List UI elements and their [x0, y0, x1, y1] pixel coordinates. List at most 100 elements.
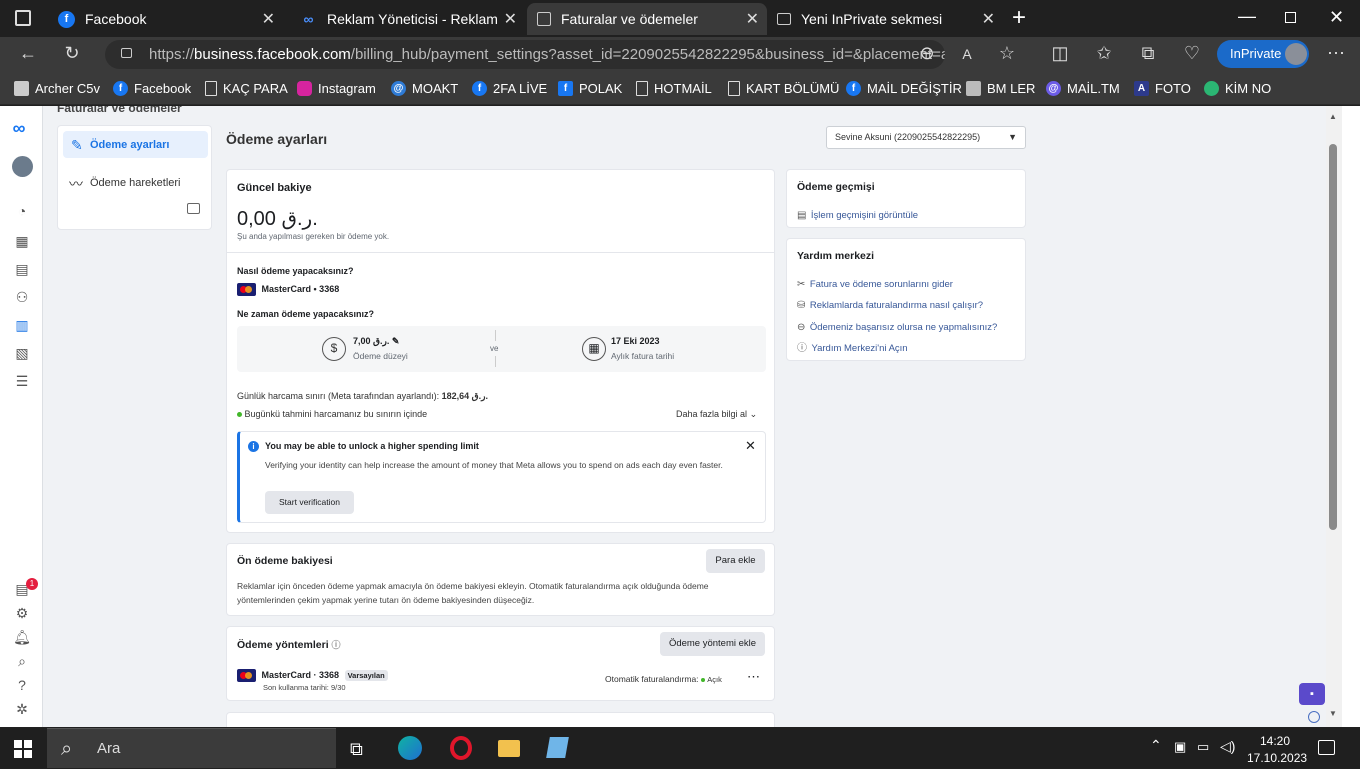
more-options-icon[interactable]: ⋯: [747, 669, 760, 685]
restore-button[interactable]: [1285, 12, 1296, 23]
tab-actions-icon[interactable]: [15, 10, 31, 26]
bookmark-item[interactable]: BM LER: [966, 81, 1035, 96]
close-tab-icon[interactable]: ✕: [504, 9, 517, 29]
bookmark-item[interactable]: @ MAİL.TM: [1046, 81, 1120, 96]
bookmark-item[interactable]: f Facebook: [113, 81, 191, 96]
collections-icon[interactable]: ⧉: [1136, 43, 1160, 64]
minimize-button[interactable]: —: [1238, 6, 1256, 27]
split-screen-icon[interactable]: ◫: [1048, 43, 1072, 64]
tab-ads-manager[interactable]: ∞ Reklam Yöneticisi - Reklamları Yö ✕: [290, 3, 525, 35]
taskbar-search[interactable]: ⌕ Ara: [47, 728, 336, 768]
threshold-value[interactable]: 7,00 ر.ق. ✎: [353, 336, 399, 347]
settings-icon[interactable]: ⚙: [13, 605, 31, 623]
help-link-label: Fatura ve ödeme sorunlarını gider: [809, 279, 953, 290]
notepad-icon[interactable]: [546, 737, 569, 758]
close-tab-icon[interactable]: ✕: [262, 9, 275, 29]
prepaid-title: Ön ödeme bakiyesi: [237, 555, 333, 567]
globe-icon[interactable]: [1308, 711, 1320, 723]
nav-payment-activity[interactable]: 〰 Ödeme hareketleri: [63, 169, 208, 196]
notification-center-icon[interactable]: [1318, 740, 1335, 755]
clock-time[interactable]: 14:20: [1260, 734, 1290, 748]
close-tab-icon[interactable]: ✕: [982, 9, 995, 29]
photo-editor-icon: A: [1134, 81, 1149, 96]
notice-close-icon[interactable]: ✕: [745, 438, 756, 454]
bookmark-item[interactable]: A FOTO: [1134, 81, 1191, 96]
account-avatar[interactable]: [12, 156, 33, 177]
new-tab-button[interactable]: +: [1012, 4, 1026, 32]
billing-icon[interactable]: ▥: [13, 317, 31, 335]
balance-note: Şu anda yapılması gereken bir ödeme yok.: [237, 232, 390, 241]
info-circle-icon[interactable]: ⓘ: [332, 640, 341, 650]
search-icon[interactable]: ⌕: [13, 653, 31, 671]
more-menu-icon[interactable]: ⋯: [1324, 43, 1348, 64]
close-window-button[interactable]: ✕: [1329, 7, 1344, 28]
nav-payment-settings[interactable]: ✎ Ödeme ayarları: [63, 131, 208, 158]
collapse-panel-icon[interactable]: [187, 203, 200, 214]
lock-icon: [121, 48, 132, 58]
add-funds-button[interactable]: Para ekle: [706, 549, 765, 573]
inprivate-badge[interactable]: InPrivate: [1217, 40, 1309, 68]
scroll-thumb[interactable]: [1329, 144, 1337, 530]
scroll-up-icon[interactable]: ▲: [1329, 112, 1337, 121]
edge-icon[interactable]: [398, 736, 422, 760]
tab-inprivate[interactable]: Yeni InPrivate sekmesi ✕: [767, 3, 1003, 35]
help-link[interactable]: ⛁ Reklamlarda faturalandırma nasıl çalış…: [797, 295, 983, 313]
tab-billing[interactable]: Faturalar ve ödemeler ✕: [527, 3, 767, 35]
network-icon[interactable]: ▭: [1197, 739, 1209, 755]
windows-start-icon[interactable]: [14, 740, 32, 758]
how-pay-question: Nasıl ödeme yapacaksınız?: [237, 266, 354, 276]
opera-icon[interactable]: [450, 736, 472, 760]
media-icon[interactable]: ▧: [13, 345, 31, 363]
help-link[interactable]: ⊖ Ödemeniz başarısız olursa ne yapmalısı…: [797, 317, 997, 335]
bookmark-item[interactable]: KİM NO: [1204, 81, 1271, 96]
meta-icon: ∞: [303, 11, 314, 27]
bookmark-item[interactable]: KART BÖLÜMÜ: [728, 81, 839, 96]
read-aloud-icon[interactable]: A: [955, 46, 979, 62]
help-link[interactable]: ✂ Fatura ve ödeme sorunlarını gider: [797, 274, 953, 292]
help-link[interactable]: ⓘ Yardım Merkezi'ni Açın: [797, 338, 908, 356]
bookmark-item[interactable]: KAÇ PARA: [205, 81, 288, 96]
bookmark-item[interactable]: Instagram: [297, 81, 376, 96]
scroll-down-icon[interactable]: ▼: [1329, 709, 1337, 718]
bell-icon[interactable]: 🔔︎: [13, 629, 31, 647]
menu-icon[interactable]: ☰: [13, 373, 31, 391]
camera-icon[interactable]: ▣: [1174, 739, 1186, 755]
add-payment-method-button[interactable]: Ödeme yöntemi ekle: [660, 632, 765, 656]
page-scrollbar[interactable]: ▲ ▼: [1326, 106, 1342, 727]
back-icon[interactable]: ←: [16, 43, 40, 64]
bookmark-item[interactable]: f 2FA LİVE: [472, 81, 547, 96]
bookmark-item[interactable]: f POLAK: [558, 81, 622, 96]
task-view-icon[interactable]: ⧉: [350, 739, 363, 760]
tray-chevron-icon[interactable]: ⌃: [1150, 737, 1162, 754]
learn-more-link[interactable]: Daha fazla bilgi al ⌄: [676, 409, 757, 420]
reports-icon[interactable]: ▤: [13, 261, 31, 279]
start-verification-button[interactable]: Start verification: [265, 491, 354, 514]
dashboard-icon[interactable]: ◔: [13, 203, 31, 221]
zoom-icon[interactable]: ⊖: [915, 43, 939, 64]
favorites-icon[interactable]: ✩: [1092, 43, 1116, 64]
clock-date[interactable]: 17.10.2023: [1247, 751, 1307, 765]
bookmark-item[interactable]: @ MOAKT: [391, 81, 458, 96]
file-explorer-icon[interactable]: [498, 740, 520, 757]
bookmark-item[interactable]: Archer C5v: [14, 81, 100, 96]
audiences-icon[interactable]: ⚇: [13, 289, 31, 307]
account-dropdown[interactable]: Sevine Aksuni (2209025542822295) ▼: [826, 126, 1026, 149]
history-link[interactable]: ▤ İşlem geçmişini görüntüle: [797, 205, 918, 223]
favorite-star-icon[interactable]: ☆: [995, 43, 1019, 64]
bug-icon[interactable]: ✲: [13, 701, 31, 719]
facebook-icon: f: [58, 10, 75, 28]
bookmark-item[interactable]: HOTMAİL: [636, 81, 712, 96]
help-icon[interactable]: ?: [13, 677, 31, 695]
refresh-icon[interactable]: ↻: [60, 43, 84, 64]
volume-icon[interactable]: ◁): [1220, 738, 1235, 755]
browser-essentials-icon[interactable]: ♡: [1180, 43, 1204, 64]
meta-logo-icon[interactable]: ∞: [10, 118, 28, 138]
chat-bubble-icon[interactable]: ▪: [1299, 683, 1325, 705]
edit-pencil-icon[interactable]: ✎: [392, 336, 400, 346]
close-tab-icon[interactable]: ✕: [746, 9, 759, 29]
tab-title: Faturalar ve ödemeler: [561, 11, 698, 27]
table-icon[interactable]: ▦: [13, 233, 31, 251]
url-field[interactable]: https://business.facebook.com/billing_hu…: [105, 40, 945, 69]
bookmark-item[interactable]: f MAİL DEĞİŞTİR: [846, 81, 962, 96]
tab-facebook[interactable]: f Facebook ✕: [48, 3, 283, 35]
